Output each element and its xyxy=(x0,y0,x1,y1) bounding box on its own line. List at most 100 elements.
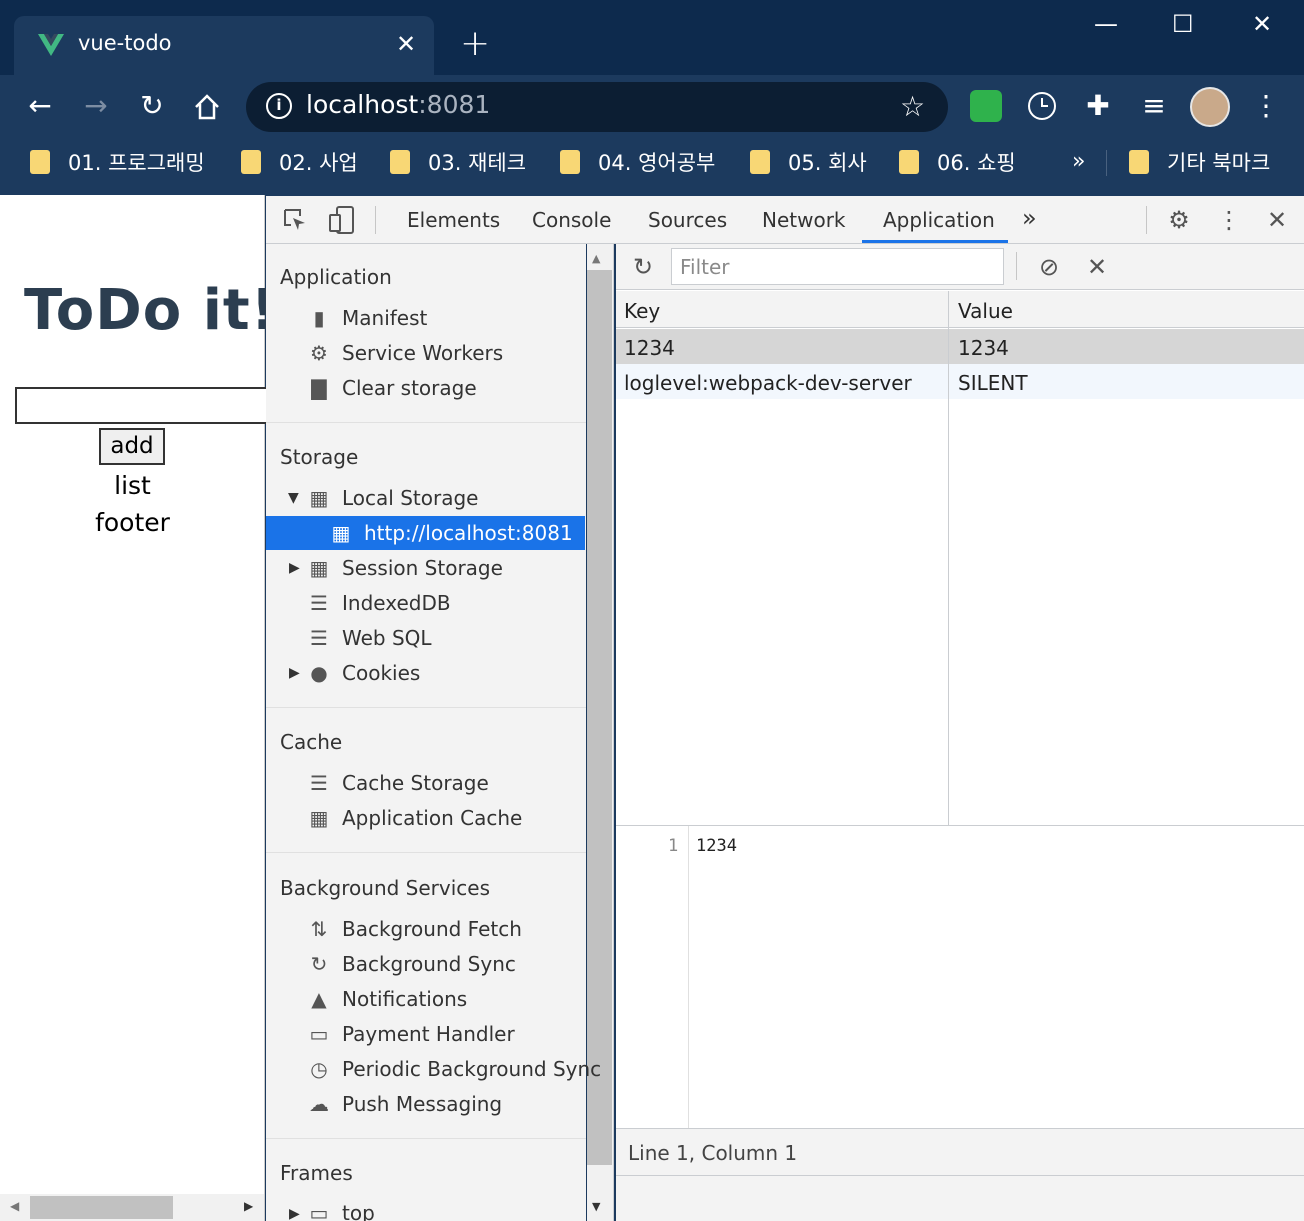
sidebar-item-cache-storage[interactable]: ☰ Cache Storage xyxy=(308,768,489,798)
footer-text: footer xyxy=(95,508,170,537)
bookmark-folder[interactable]: 02. 사업 xyxy=(241,147,358,177)
tab-close-icon[interactable]: ✕ xyxy=(396,29,416,59)
url-text[interactable]: localhost:8081 xyxy=(306,90,490,119)
preview-content[interactable]: 1234 xyxy=(696,836,737,856)
section-storage: Storage xyxy=(280,445,359,469)
other-bookmarks[interactable]: 기타 북마크 xyxy=(1129,147,1270,177)
more-tabs-icon[interactable]: » xyxy=(1022,204,1037,232)
database-icon: ☰ xyxy=(310,626,328,650)
sidebar-item-manifest[interactable]: ▮ Manifest xyxy=(308,303,427,333)
tab-application[interactable]: Application xyxy=(883,208,995,232)
tab-sources[interactable]: Sources xyxy=(648,208,727,232)
column-header-key[interactable]: Key xyxy=(624,299,660,323)
device-toolbar-icon[interactable] xyxy=(328,205,356,235)
sidebar-item-local-origin[interactable]: ▦ http://localhost:8081 xyxy=(330,518,573,548)
sidebar-item-periodic-sync[interactable]: ◷ Periodic Background Sync xyxy=(308,1054,601,1084)
site-info-icon[interactable]: i xyxy=(266,93,292,119)
sidebar-item-cookies[interactable]: ● Cookies xyxy=(308,658,420,688)
cell-value[interactable]: SILENT xyxy=(958,371,1028,395)
sidebar-item-local-storage[interactable]: ▦ Local Storage xyxy=(308,483,479,513)
clear-all-icon[interactable]: ⊘ xyxy=(1034,252,1064,282)
inspect-element-icon[interactable] xyxy=(282,207,308,233)
sidebar-item-session-storage[interactable]: ▦ Session Storage xyxy=(308,553,503,583)
cell-key[interactable]: 1234 xyxy=(624,336,675,360)
sidebar-scroll-thumb[interactable] xyxy=(587,270,612,1165)
frame-icon: ▭ xyxy=(309,1201,329,1221)
tab-network[interactable]: Network xyxy=(762,208,846,232)
up-down-arrows-icon: ⇅ xyxy=(310,917,328,941)
database-icon: ☰ xyxy=(310,591,328,615)
collapsed-arrow-icon[interactable]: ▶ xyxy=(289,1206,300,1221)
cookie-icon: ● xyxy=(310,661,328,685)
profile-avatar[interactable] xyxy=(1190,87,1230,127)
sidebar-item-service-workers[interactable]: ⚙ Service Workers xyxy=(308,338,503,368)
bookmark-folder[interactable]: 03. 재테크 xyxy=(390,147,526,177)
delete-selected-icon[interactable]: ✕ xyxy=(1082,252,1112,282)
sidebar-item-background-sync[interactable]: ↻ Background Sync xyxy=(308,949,516,979)
scroll-left-icon[interactable]: ◀ xyxy=(10,1199,19,1213)
close-devtools-icon[interactable]: ✕ xyxy=(1262,205,1292,235)
table-icon: ▦ xyxy=(309,556,329,580)
devtools-menu-icon[interactable]: ⋮ xyxy=(1214,205,1244,235)
forward-icon[interactable]: → xyxy=(78,88,114,124)
close-window-button[interactable]: ✕ xyxy=(1252,10,1272,38)
sidebar-item-websql[interactable]: ☰ Web SQL xyxy=(308,623,432,653)
home-icon[interactable] xyxy=(192,92,222,122)
maximize-button[interactable]: ☐ xyxy=(1172,10,1194,38)
value-preview xyxy=(616,826,1304,1128)
sidebar-item-background-fetch[interactable]: ⇅ Background Fetch xyxy=(308,914,522,944)
sidebar-item-notifications[interactable]: ▲ Notifications xyxy=(308,984,467,1014)
sidebar-item-frame-top[interactable]: ▭ top xyxy=(308,1198,375,1221)
sidebar-item-push-messaging[interactable]: ☁ Push Messaging xyxy=(308,1089,502,1119)
sidebar-item-payment-handler[interactable]: ▭ Payment Handler xyxy=(308,1019,515,1049)
line-number-gutter xyxy=(616,826,689,1128)
settings-gear-icon[interactable]: ⚙ xyxy=(1164,205,1194,235)
expanded-arrow-icon[interactable]: ▼ xyxy=(288,490,299,506)
section-divider xyxy=(266,707,586,708)
cell-key[interactable]: loglevel:webpack-dev-server xyxy=(624,371,912,395)
browser-tab[interactable] xyxy=(14,16,434,76)
sidebar-item-clear-storage[interactable]: ▇ Clear storage xyxy=(308,373,476,403)
add-button[interactable]: add xyxy=(99,428,165,465)
section-cache: Cache xyxy=(280,730,343,754)
scroll-down-icon[interactable]: ▼ xyxy=(592,1200,600,1213)
reload-icon[interactable]: ↻ xyxy=(134,88,170,124)
chrome-menu-icon[interactable]: ⋮ xyxy=(1248,88,1284,124)
scroll-right-icon[interactable]: ▶ xyxy=(244,1199,253,1213)
collapsed-arrow-icon[interactable]: ▶ xyxy=(289,560,300,576)
extension-green-icon[interactable] xyxy=(970,90,1002,122)
bookmark-folder[interactable]: 01. 프로그래밍 xyxy=(30,147,205,177)
sidebar-item-indexeddb[interactable]: ☰ IndexedDB xyxy=(308,588,451,618)
horizontal-scroll-thumb[interactable] xyxy=(30,1196,173,1219)
new-tab-button[interactable]: + xyxy=(460,26,490,62)
active-tab-indicator xyxy=(862,240,1008,243)
bookmarks-overflow-button[interactable]: » xyxy=(1072,149,1085,174)
bookmark-folder[interactable]: 05. 회사 xyxy=(750,147,867,177)
page-viewport xyxy=(0,195,265,1221)
cell-value[interactable]: 1234 xyxy=(958,336,1009,360)
table-icon: ▦ xyxy=(331,521,351,545)
filter-input[interactable]: Filter xyxy=(671,248,1004,285)
clock-extension-icon[interactable] xyxy=(1026,90,1058,122)
cursor-position: Line 1, Column 1 xyxy=(628,1141,798,1165)
bookmark-folder[interactable]: 06. 쇼핑 xyxy=(899,147,1016,177)
credit-card-icon: ▭ xyxy=(309,1022,329,1046)
collapsed-arrow-icon[interactable]: ▶ xyxy=(289,665,300,681)
bookmark-folder[interactable]: 04. 영어공부 xyxy=(560,147,715,177)
tab-console[interactable]: Console xyxy=(532,208,611,232)
media-control-icon[interactable]: ≡ xyxy=(1136,88,1172,124)
tab-elements[interactable]: Elements xyxy=(407,208,500,232)
section-application: Application xyxy=(280,265,392,289)
sidebar-item-application-cache[interactable]: ▦ Application Cache xyxy=(308,803,523,833)
back-icon[interactable]: ← xyxy=(22,88,58,124)
gear-icon: ⚙ xyxy=(310,341,328,365)
minimize-button[interactable]: — xyxy=(1094,10,1118,38)
column-divider[interactable] xyxy=(948,291,949,825)
extensions-puzzle-icon[interactable]: ✚ xyxy=(1080,88,1116,124)
todo-input[interactable] xyxy=(15,387,275,424)
refresh-icon[interactable]: ↻ xyxy=(628,252,658,282)
bookmark-star-icon[interactable]: ☆ xyxy=(900,90,925,123)
column-header-value[interactable]: Value xyxy=(958,299,1013,323)
clock-icon: ◷ xyxy=(310,1057,328,1081)
scroll-up-icon[interactable]: ▲ xyxy=(592,252,600,265)
